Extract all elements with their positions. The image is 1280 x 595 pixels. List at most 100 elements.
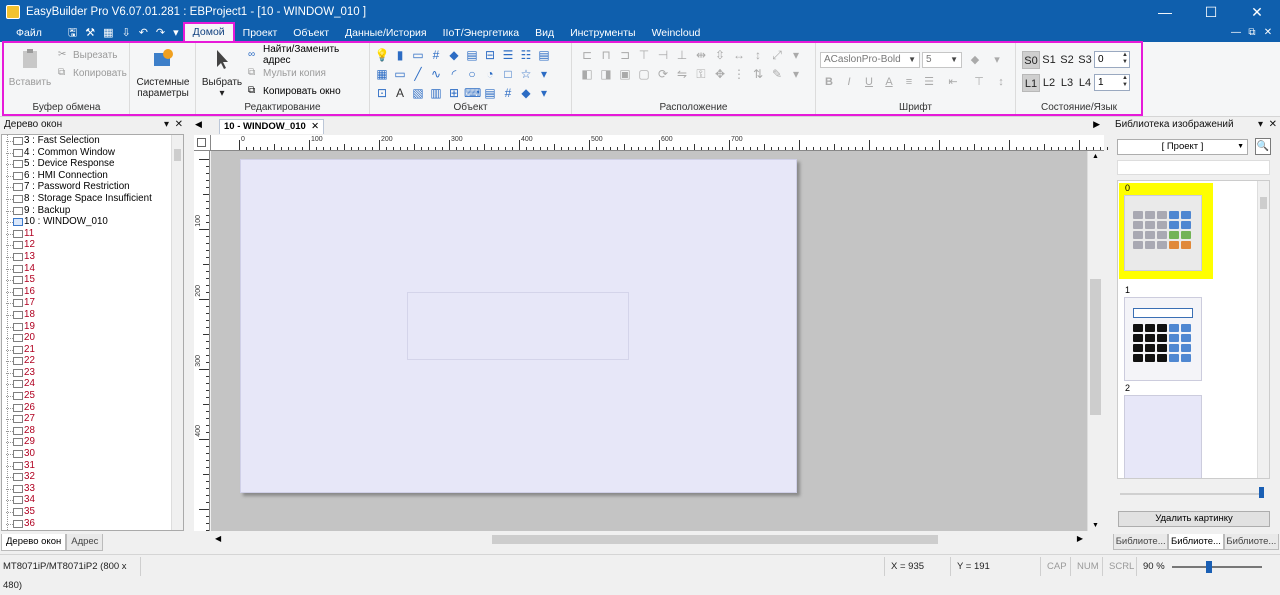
distribute-h-icon[interactable]: ⇹	[693, 47, 709, 63]
grid-icon[interactable]: ⊞	[446, 85, 462, 101]
animation-icon[interactable]: ◆	[518, 85, 534, 101]
scroll-down-icon[interactable]: ▼	[1092, 522, 1099, 529]
close-tab-icon[interactable]: ✕	[311, 121, 319, 132]
order-icon[interactable]: ⇅	[750, 66, 766, 82]
align-text-center-icon[interactable]: ☰	[920, 73, 938, 91]
align-middle-icon[interactable]: ⊣	[655, 47, 671, 63]
tree-item[interactable]: 26	[2, 402, 183, 414]
text-object-icon[interactable]: ▭	[392, 66, 408, 82]
font-color-icon[interactable]: A	[880, 73, 898, 91]
recipe-icon[interactable]: ▤	[482, 85, 498, 101]
tree-item[interactable]: 15	[2, 274, 183, 286]
font-effects-icon[interactable]: ▾	[988, 51, 1006, 69]
tree-item[interactable]: 23	[2, 367, 183, 379]
line-icon[interactable]: ╱	[410, 66, 426, 82]
polyline-icon[interactable]: ∿	[428, 66, 444, 82]
tab-library-2[interactable]: Библиоте...	[1168, 534, 1224, 550]
bit-lamp-icon[interactable]: 💡	[374, 47, 390, 63]
scroll-right-icon[interactable]: ▶	[1077, 534, 1083, 543]
tab-address[interactable]: Адрес	[66, 534, 104, 551]
file-menu[interactable]: Файл	[8, 24, 50, 42]
copy-window-button[interactable]: ⧉ Копировать окно	[248, 83, 341, 99]
tab-weincloud[interactable]: Weincloud	[644, 24, 709, 42]
tab-library-3[interactable]: Библиоте...	[1223, 534, 1279, 550]
tree-item[interactable]: 5 : Device Response	[2, 158, 183, 170]
tree-item[interactable]: 28	[2, 425, 183, 437]
tree-item[interactable]: 35	[2, 506, 183, 518]
mdi-minimize-button[interactable]: —	[1228, 24, 1244, 42]
library-image-item[interactable]: 2	[1119, 383, 1213, 478]
shape-icon[interactable]: ⊡	[374, 85, 390, 101]
close-icon[interactable]: ✕	[175, 119, 183, 130]
tab-library-1[interactable]: Библиоте...	[1113, 534, 1169, 550]
table-icon[interactable]: ☷	[518, 47, 534, 63]
text-icon[interactable]: A	[392, 85, 408, 101]
tree-item[interactable]: 32	[2, 471, 183, 483]
send-back-icon[interactable]: ◨	[598, 66, 614, 82]
underline-icon[interactable]: U	[860, 73, 878, 91]
bold-icon[interactable]: B	[820, 73, 838, 91]
counter-icon[interactable]: #	[500, 85, 516, 101]
rotate-icon[interactable]: ⟳	[655, 66, 671, 82]
cut-button[interactable]: ✂ Вырезать	[58, 47, 117, 63]
same-width-icon[interactable]: ↔	[731, 47, 747, 63]
tree-item[interactable]: 24	[2, 378, 183, 390]
undo-icon[interactable]: ↶	[135, 24, 152, 42]
text-direction-icon[interactable]: ↕	[992, 73, 1010, 91]
date-icon[interactable]: ▦	[374, 66, 390, 82]
language-l3-button[interactable]: L3	[1058, 74, 1076, 92]
tree-item[interactable]: 31	[2, 460, 183, 472]
word-lamp-icon[interactable]: ▮	[392, 47, 408, 63]
library-scope-select[interactable]: [ Проект ] ▼	[1117, 139, 1248, 155]
expand-objects-icon[interactable]: ▾	[536, 85, 552, 101]
picture-icon[interactable]: ▧	[410, 85, 426, 101]
mdi-restore-button[interactable]: ⧉	[1244, 24, 1260, 42]
maximize-button[interactable]: ☐	[1188, 0, 1234, 24]
align-center-icon[interactable]: ⊓	[598, 47, 614, 63]
save-icon[interactable]: 🖫	[64, 24, 81, 42]
state-s2-button[interactable]: S2	[1058, 51, 1076, 69]
tree-item[interactable]: 4 : Common Window	[2, 147, 183, 159]
select-button[interactable]: Выбрать ▾	[200, 48, 244, 99]
align-right-icon[interactable]: ⊐	[617, 47, 633, 63]
panel-menu-icon[interactable]: ▾	[164, 119, 169, 130]
tab-data-history[interactable]: Данные/История	[337, 24, 435, 42]
tree-item[interactable]: 17	[2, 297, 183, 309]
tree-item[interactable]: 10 : WINDOW_010	[2, 216, 183, 228]
language-l2-button[interactable]: L2	[1040, 74, 1058, 92]
zoom-slider[interactable]	[1172, 560, 1262, 574]
thumbnail-size-slider[interactable]	[1120, 487, 1268, 499]
group-icon[interactable]: ▣	[617, 66, 633, 82]
tab-window-tree[interactable]: Дерево окон	[1, 534, 67, 551]
star-icon[interactable]: ☆	[518, 66, 534, 82]
slider-icon[interactable]: ⊟	[482, 47, 498, 63]
set-bit-icon[interactable]: ▭	[410, 47, 426, 63]
pie-icon[interactable]: ◔	[482, 66, 498, 82]
tree-item[interactable]: 3 : Fast Selection	[2, 135, 183, 147]
delete-picture-button[interactable]: Удалить картинку	[1118, 511, 1270, 527]
redo-icon[interactable]: ↷	[152, 24, 169, 42]
lock-icon[interactable]: ⚿	[693, 66, 709, 82]
tab-project[interactable]: Проект	[235, 24, 286, 42]
more-shapes-icon[interactable]: ▾	[536, 66, 552, 82]
customize-qat-icon[interactable]: ▾	[169, 24, 183, 42]
tree-item[interactable]: 33	[2, 483, 183, 495]
minimize-button[interactable]: —	[1142, 0, 1188, 24]
align-top-icon[interactable]: ⊤	[636, 47, 652, 63]
tree-item[interactable]: 11	[2, 228, 183, 240]
bring-front-icon[interactable]: ◧	[579, 66, 595, 82]
arc-icon[interactable]: ◜	[446, 66, 462, 82]
italic-icon[interactable]: I	[840, 73, 858, 91]
language-l4-button[interactable]: L4	[1076, 74, 1094, 92]
flip-icon[interactable]: ⇋	[674, 66, 690, 82]
numeric-icon[interactable]: #	[428, 47, 444, 63]
build-icon[interactable]: ▦	[99, 24, 117, 42]
tab-iiot-energy[interactable]: IIoT/Энергетика	[435, 24, 527, 42]
distribute-v-icon[interactable]: ⇳	[712, 47, 728, 63]
scroll-left-icon[interactable]: ◀	[215, 534, 221, 543]
tree-item[interactable]: 14	[2, 263, 183, 275]
tree-item[interactable]: 18	[2, 309, 183, 321]
language-spinner[interactable]: 1 ▲ ▼	[1094, 74, 1130, 91]
tree-item[interactable]: 34	[2, 494, 183, 506]
tree-item[interactable]: 16	[2, 286, 183, 298]
